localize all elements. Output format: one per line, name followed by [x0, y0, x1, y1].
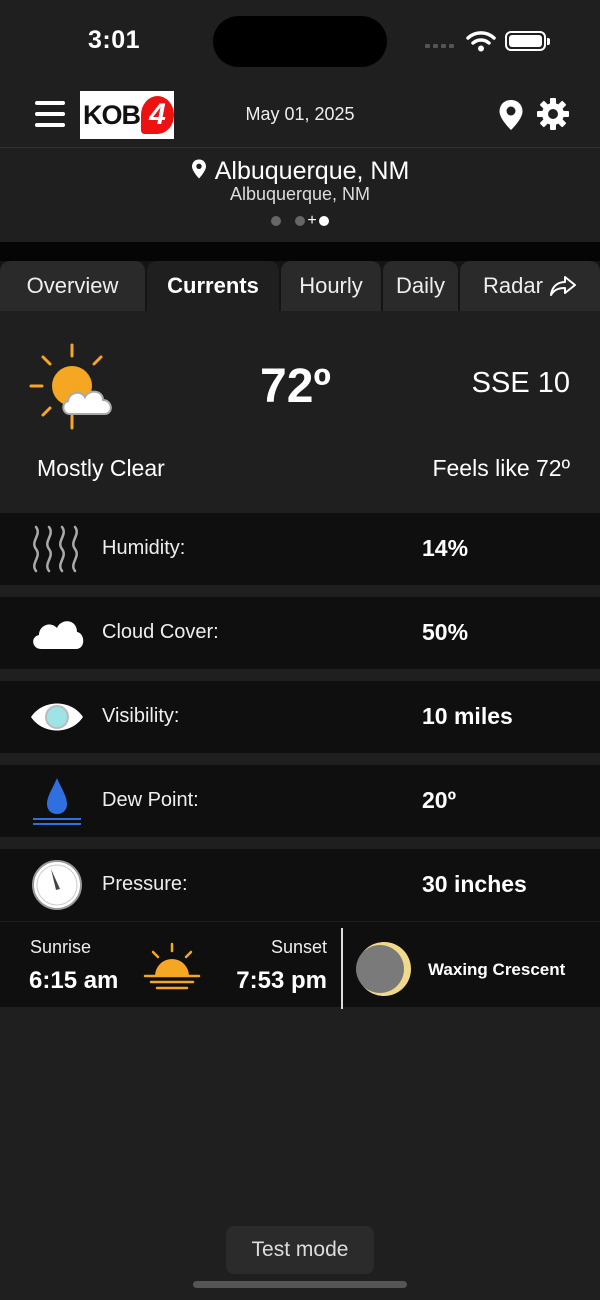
location-name: Albuquerque, NM: [214, 157, 410, 185]
water-drop-icon: [28, 775, 86, 827]
logo-text: KOB: [83, 99, 141, 130]
detail-label: Dew Point:: [102, 789, 199, 811]
detail-row-dew-point: Dew Point: 20º: [0, 765, 600, 837]
sunrise-time: 6:15 am: [29, 967, 119, 994]
separator-band: [0, 242, 600, 261]
partly-cloudy-icon: [29, 343, 112, 430]
detail-row-pressure: Pressure: 30 inches: [0, 849, 600, 921]
cellular-signal-icon: [425, 44, 454, 48]
detail-value: 30 inches: [422, 871, 527, 897]
cloud-icon: [28, 607, 86, 659]
page-indicator[interactable]: +: [0, 213, 600, 229]
sunrise-icon: [143, 942, 201, 990]
current-conditions-panel: 72º SSE 10 Mostly Clear Feels like 72º: [0, 317, 600, 513]
app-header: KOB 4 May 01, 2025: [0, 84, 600, 146]
gear-icon[interactable]: [537, 98, 569, 130]
detail-value: 14%: [422, 535, 469, 561]
page-dot-active[interactable]: [318, 216, 329, 226]
location-name-row: Albuquerque, NM: [0, 157, 600, 186]
wind-speed: SSE 10: [471, 367, 570, 399]
location-selector[interactable]: Albuquerque, NM Albuquerque, NM +: [0, 150, 600, 242]
moon-phase-text: Waxing Crescent: [428, 960, 566, 979]
tab-bar: Overview Currents Hourly Daily Radar: [0, 261, 600, 311]
current-date: May 01, 2025: [245, 104, 355, 124]
location-marker-icon: [191, 159, 206, 179]
tab-overview[interactable]: Overview: [0, 261, 145, 311]
sun-moon-panel: Sunrise 6:15 am Sunset 7:53 pm Waxing Cr…: [0, 922, 600, 1009]
header-divider: [0, 147, 600, 148]
tab-hourly[interactable]: Hourly: [281, 261, 381, 311]
status-time: 3:01: [88, 26, 141, 54]
detail-label: Visibility:: [102, 705, 180, 727]
add-location-icon[interactable]: +: [307, 213, 316, 229]
detail-label: Cloud Cover:: [102, 621, 219, 643]
condition-text: Mostly Clear: [37, 455, 165, 481]
tab-radar[interactable]: Radar: [460, 261, 600, 311]
page-dot[interactable]: [295, 216, 306, 226]
sunrise-label: Sunrise: [30, 937, 92, 957]
current-location-dot-group[interactable]: +: [295, 213, 329, 229]
current-temperature: 72º: [260, 360, 331, 413]
detail-row-humidity: Humidity: 14%: [0, 513, 600, 585]
sun-moon-divider: [341, 928, 343, 1009]
detail-label: Pressure:: [102, 873, 188, 895]
location-subtitle: Albuquerque, NM: [229, 184, 371, 204]
sunset-label: Sunset: [270, 937, 327, 957]
share-arrow-icon: [549, 276, 576, 296]
feels-like: Feels like 72º: [432, 455, 570, 481]
hamburger-menu-icon[interactable]: [35, 101, 65, 127]
moon-phase-icon: [356, 942, 411, 996]
detail-value: 50%: [422, 619, 469, 645]
home-indicator[interactable]: [193, 1281, 407, 1288]
sunset-time: 7:53 pm: [236, 967, 327, 994]
location-pin-icon[interactable]: [498, 99, 524, 131]
status-bar: 3:01: [0, 0, 600, 84]
tab-radar-label: Radar: [483, 273, 543, 298]
detail-row-visibility: Visibility: 10 miles: [0, 681, 600, 753]
detail-value: 10 miles: [422, 703, 513, 729]
wifi-icon: [466, 31, 496, 52]
kob4-logo: KOB 4: [80, 91, 174, 139]
detail-value: 20º: [422, 787, 456, 813]
eye-icon: [28, 691, 86, 743]
tab-currents[interactable]: Currents: [147, 261, 279, 311]
gauge-icon: [28, 859, 86, 911]
logo-number: 4: [141, 96, 174, 134]
humidity-icon: [28, 523, 86, 575]
battery-icon: [505, 31, 550, 51]
tab-daily[interactable]: Daily: [383, 261, 458, 311]
detail-label: Humidity:: [102, 537, 186, 559]
dynamic-island: [213, 16, 387, 67]
test-mode-button[interactable]: Test mode: [226, 1226, 374, 1274]
page-dot[interactable]: [271, 216, 282, 226]
detail-row-cloud-cover: Cloud Cover: 50%: [0, 597, 600, 669]
